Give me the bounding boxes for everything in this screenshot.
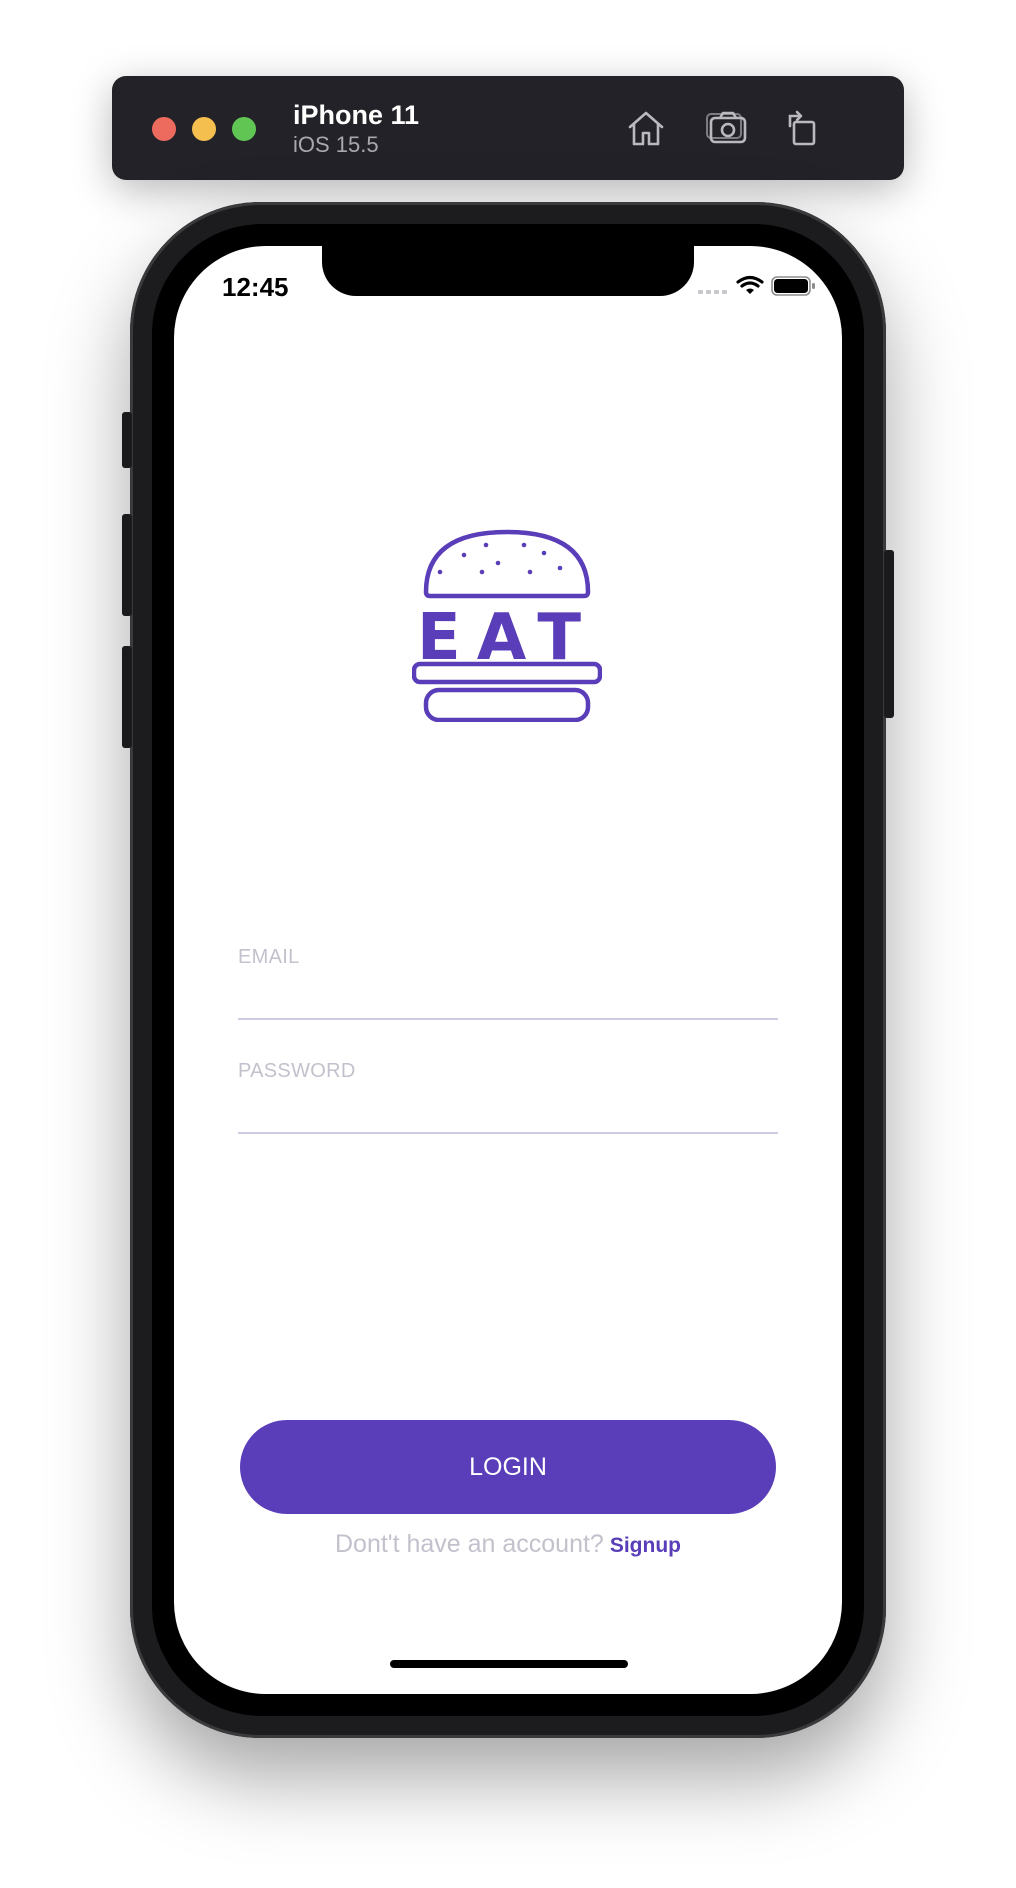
password-underline (238, 1132, 778, 1134)
status-icons (698, 274, 816, 298)
home-indicator[interactable] (390, 1660, 628, 1668)
screenshot-icon[interactable] (704, 104, 752, 152)
login-button[interactable]: LOGIN (240, 1420, 776, 1514)
wifi-icon (736, 275, 764, 294)
signup-prompt: Dont't have an account? Signup (174, 1530, 842, 1559)
rotate-icon[interactable] (778, 104, 826, 152)
minimize-window-button[interactable] (192, 117, 216, 141)
app-screen: 12:45 EAT EMAIL PASSWORD LOGIN Dont't ha… (174, 246, 842, 1694)
signup-link[interactable]: Signup (610, 1534, 681, 1557)
password-field[interactable]: PASSWORD (238, 1060, 782, 1134)
os-version: iOS 15.5 (293, 132, 379, 157)
signup-prompt-text: Dont't have an account? (334, 1530, 604, 1558)
eat-burger-logo: EAT (412, 528, 602, 722)
password-label: PASSWORD (238, 1060, 356, 1082)
home-icon[interactable] (622, 104, 670, 152)
email-input[interactable] (238, 982, 782, 1018)
device-name: iPhone 11 (293, 100, 420, 130)
battery-icon (771, 276, 815, 296)
mute-switch (122, 412, 132, 468)
email-field[interactable]: EMAIL (238, 946, 782, 1020)
volume-up-button (122, 514, 132, 616)
simulator-title-bar: iPhone 11 iOS 15.5 (112, 76, 904, 180)
close-window-button[interactable] (152, 117, 176, 141)
logo-text: EAT (417, 601, 597, 675)
volume-down-button (122, 646, 132, 748)
password-input[interactable] (238, 1096, 782, 1132)
status-time: 12:45 (222, 272, 289, 302)
notch (322, 246, 694, 296)
zoom-window-button[interactable] (232, 117, 256, 141)
cellular-signal-icon (698, 290, 727, 294)
email-label: EMAIL (238, 946, 300, 968)
email-underline (238, 1018, 778, 1020)
power-button (884, 550, 894, 718)
